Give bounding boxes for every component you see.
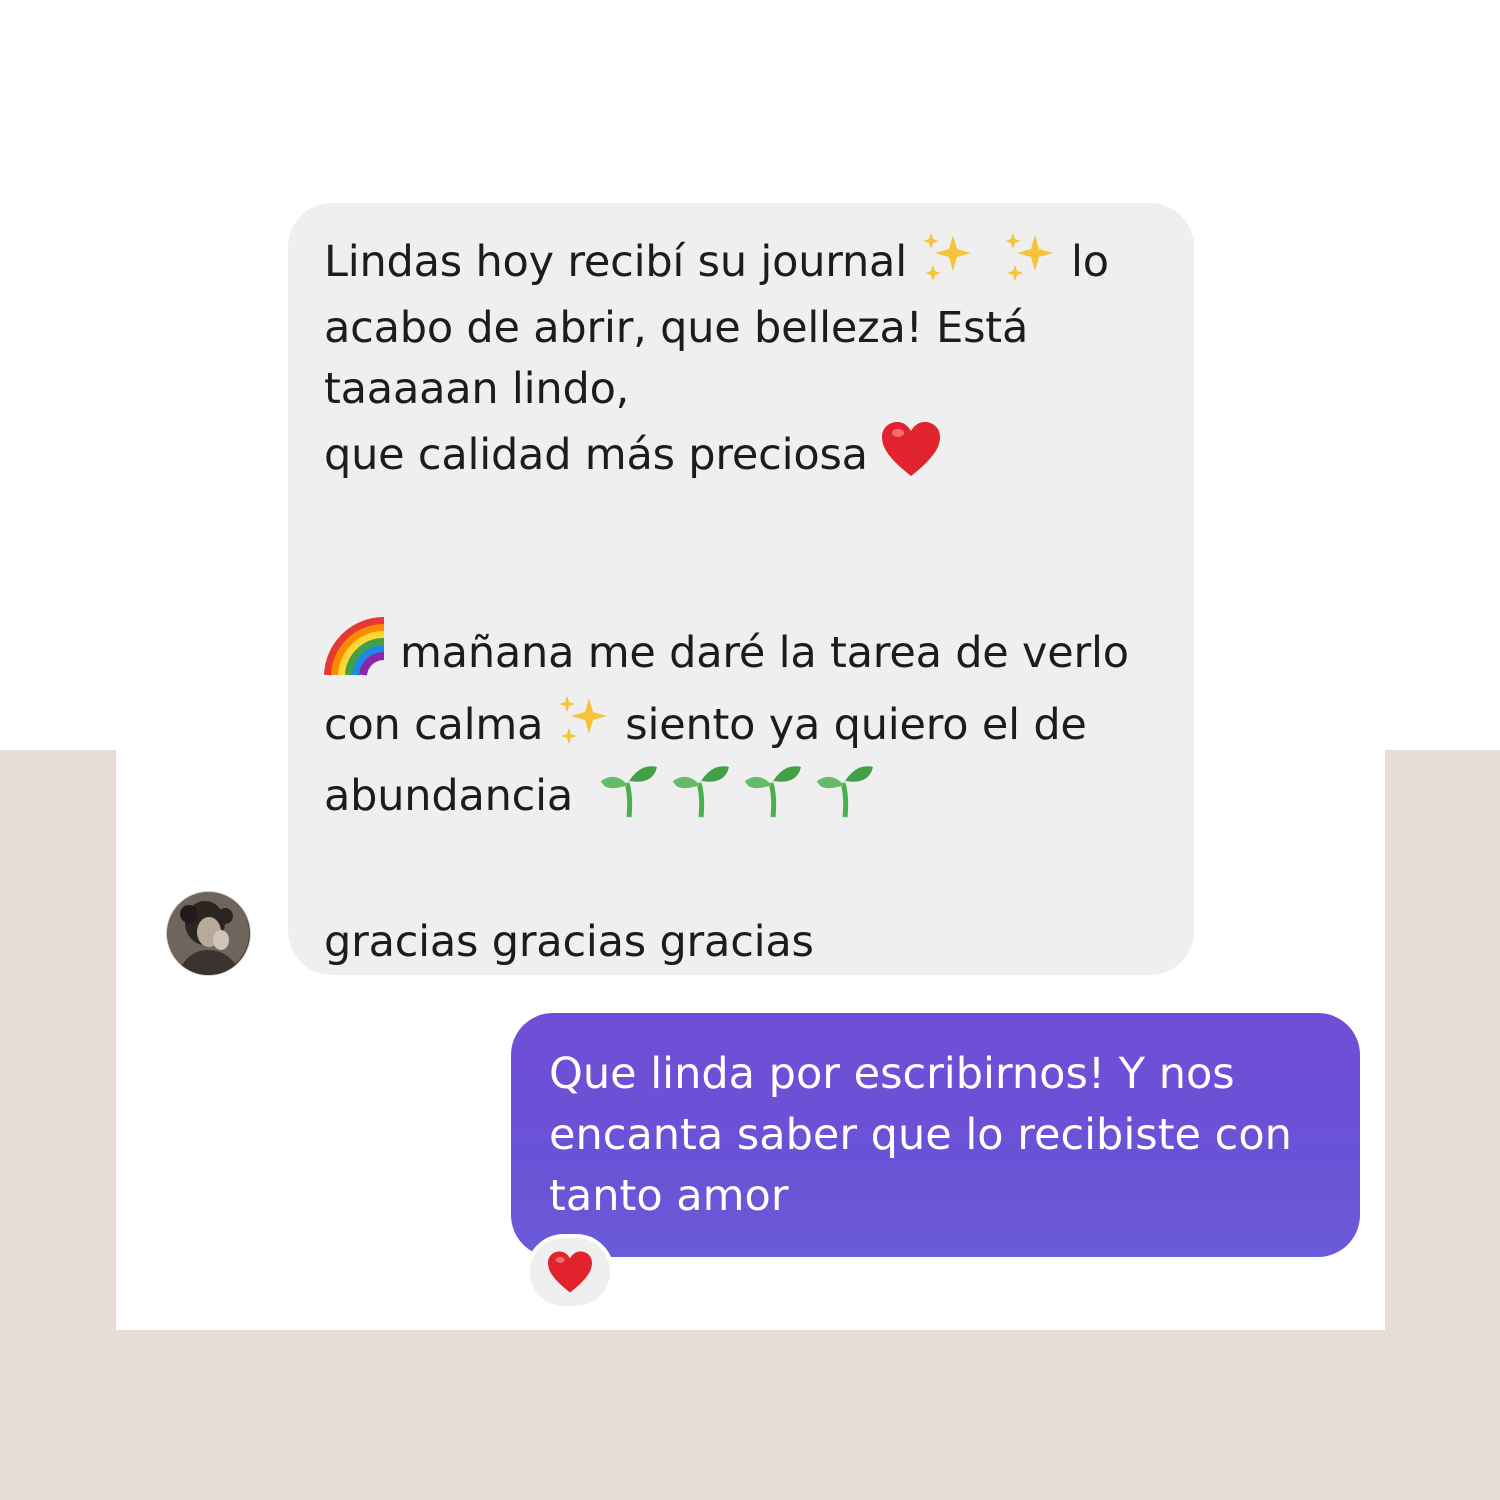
message-text: Lindas hoy recibí su journal: [324, 237, 907, 287]
message-line: abundancia: [324, 761, 1158, 836]
outgoing-message-bubble[interactable]: Que linda por escribirnos! Y nos encanta…: [511, 1013, 1360, 1257]
red-heart-icon: [548, 1251, 592, 1293]
message-line: tanto amor: [549, 1171, 789, 1221]
message-line: con calma siento ya quiero el de: [324, 694, 1158, 761]
seedling-icon: [599, 761, 659, 836]
seedling-icon: [743, 761, 803, 836]
message-line: taaaaan lindo,: [324, 364, 630, 414]
message-line: que calidad más preciosa: [324, 420, 1158, 495]
message-line: Lindas hoy recibí su journal lo: [324, 231, 1158, 298]
rainbow-icon: [324, 617, 388, 694]
message-text: mañana me daré la tarea de verlo: [400, 628, 1129, 678]
message-line: gracias gracias gracias: [324, 917, 814, 967]
message-text: abundancia: [324, 771, 573, 821]
avatar[interactable]: [166, 891, 251, 976]
message-line: acabo de abrir, que belleza! Está: [324, 303, 1029, 353]
sparkles-icon: [919, 231, 977, 298]
sparkles-icon: [1001, 231, 1059, 298]
incoming-message-bubble[interactable]: Lindas hoy recibí su journal lo acabo de…: [288, 203, 1194, 975]
avatar-photo: [167, 892, 249, 975]
seedling-icon: [671, 761, 731, 836]
message-text: con calma: [324, 700, 544, 750]
sparkles-icon: [555, 694, 613, 761]
message-line: mañana me daré la tarea de verlo: [324, 617, 1158, 694]
seedling-icon: [815, 761, 875, 836]
red-heart-icon: [880, 420, 942, 495]
message-line: Que linda por escribirnos! Y nos: [549, 1049, 1235, 1099]
message-text: lo: [1070, 237, 1109, 287]
message-line: encanta saber que lo recibiste con: [549, 1110, 1292, 1160]
message-text: siento ya quiero el de: [625, 700, 1087, 750]
chat-thread: Lindas hoy recibí su journal lo acabo de…: [0, 0, 1500, 1500]
page: Lindas hoy recibí su journal lo acabo de…: [0, 0, 1500, 1500]
message-text: que calidad más preciosa: [324, 430, 868, 480]
heart-reaction[interactable]: [526, 1234, 614, 1310]
